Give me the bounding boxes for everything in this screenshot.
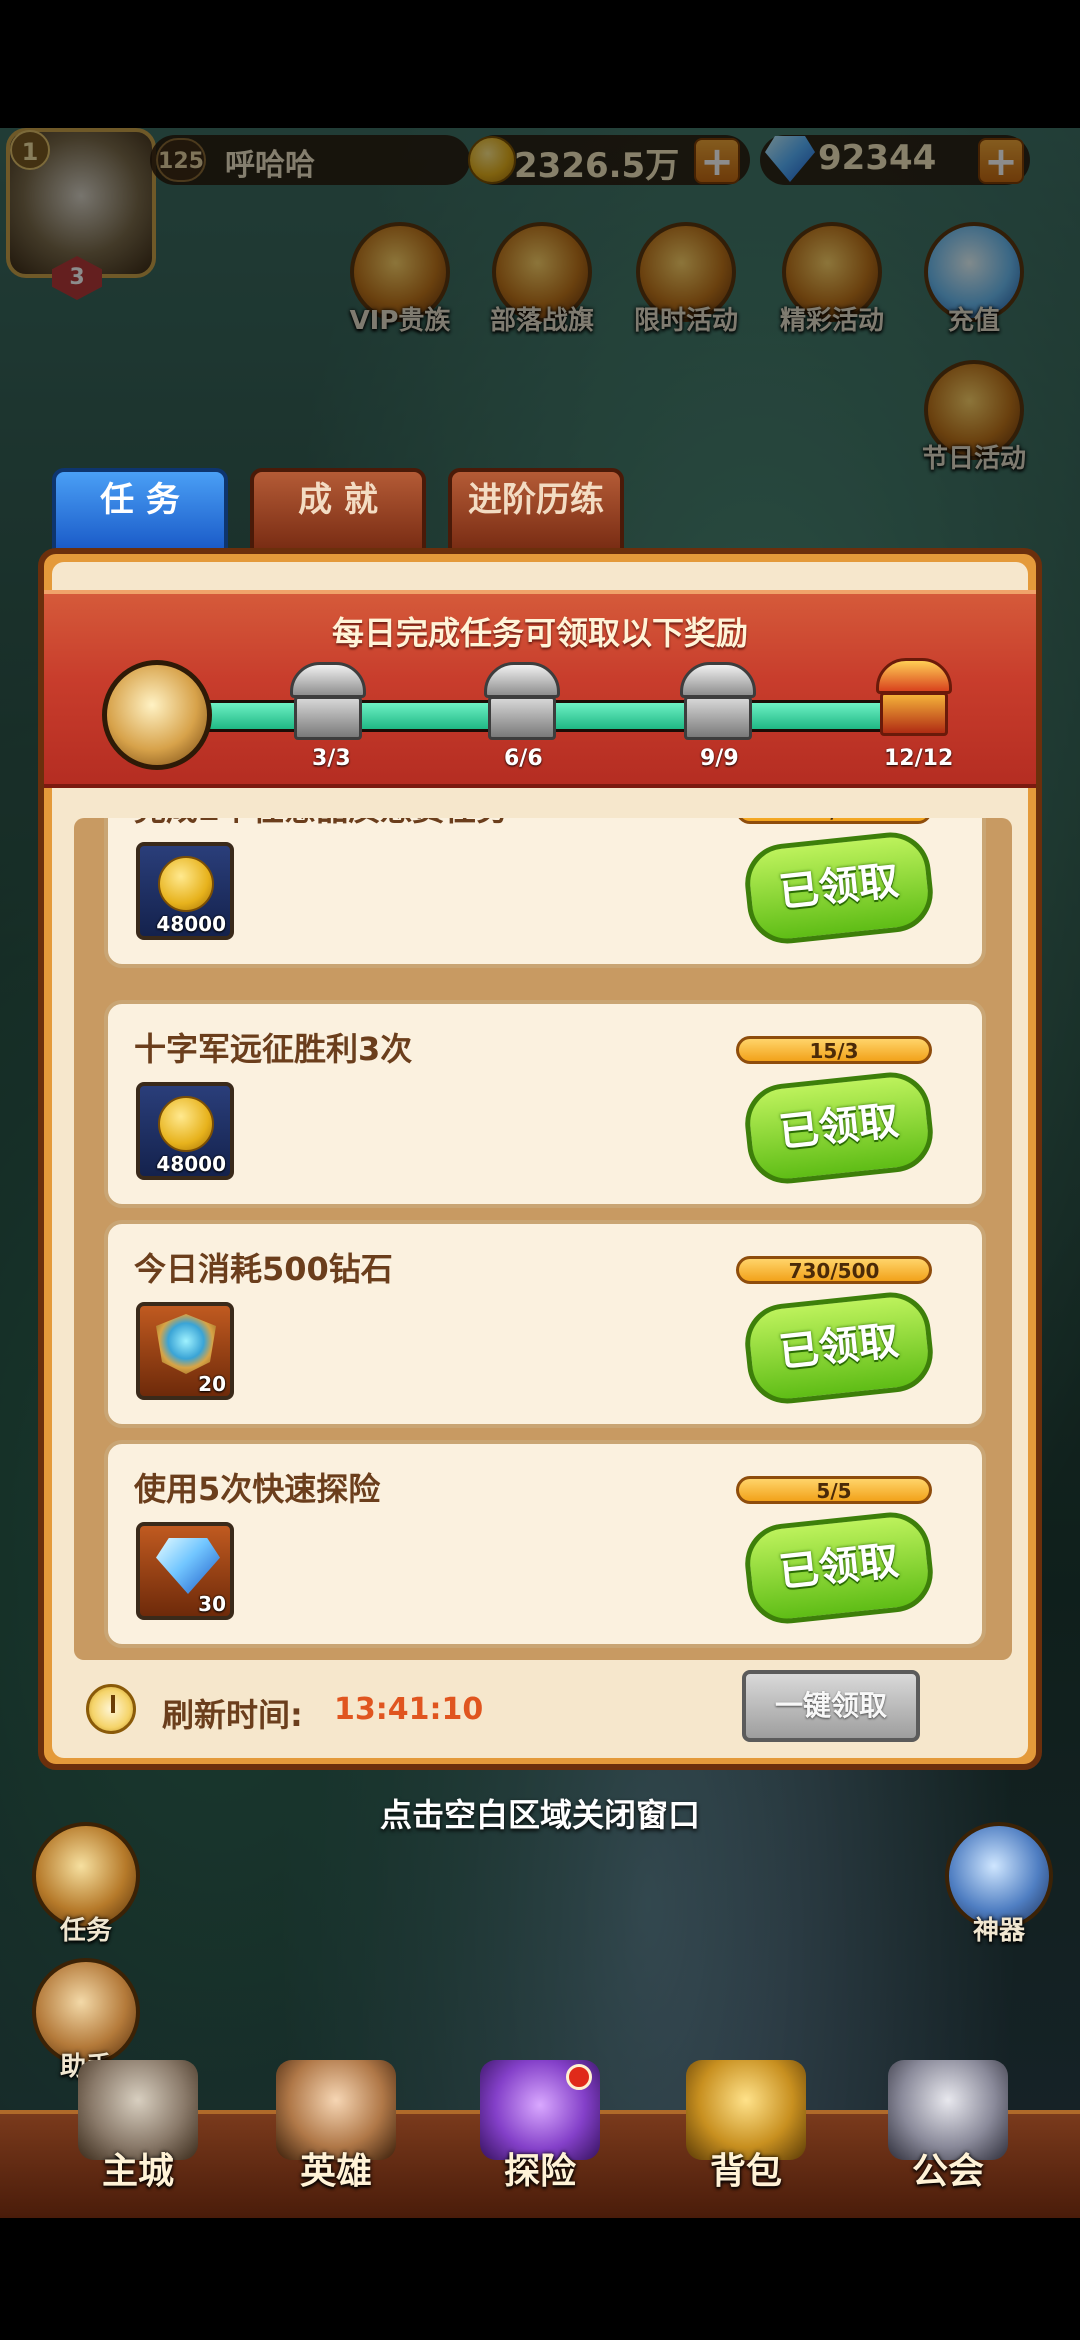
claimed-button[interactable]: 已领取 [741, 1508, 937, 1628]
tab-advanced-training[interactable]: 进阶历练 [448, 468, 624, 552]
reward-item[interactable]: 30 [136, 1522, 234, 1620]
task-scroll-icon [102, 660, 212, 770]
chest-count-2: 6/6 [504, 746, 543, 771]
side-artifact-button[interactable]: 神器 [934, 1822, 1064, 1947]
refresh-time: 13:41:10 [334, 1692, 484, 1727]
reward-item[interactable]: 48000 [136, 842, 234, 940]
refresh-label: 刷新时间: [162, 1696, 303, 1734]
reward-chest-2[interactable] [484, 662, 560, 742]
reward-chest-3[interactable] [680, 662, 756, 742]
emblem-icon [156, 1314, 216, 1374]
reward-chest-1[interactable] [290, 662, 366, 742]
reward-chest-4[interactable] [876, 658, 952, 738]
nav-heroes[interactable]: 英雄 [246, 2060, 426, 2194]
side-task-button[interactable]: 任务 [26, 1822, 146, 1947]
one-click-claim-button[interactable]: 一键领取 [742, 1670, 920, 1742]
gold-coin-icon [158, 1096, 214, 1152]
game-screen: 1 3 125 呼哈哈 2326.5万 + 92344 + VIP贵族 部落战旗… [0, 0, 1080, 2340]
tab-achievements[interactable]: 成 就 [250, 468, 426, 552]
task-card-3: 今日消耗500钻石 730/500 20 已领取 [104, 1220, 986, 1428]
task-card-2: 十字军远征胜利3次 15/3 48000 已领取 [104, 1000, 986, 1208]
task-card-4: 使用5次快速探险 5/5 30 已领取 [104, 1440, 986, 1648]
nav-adventure[interactable]: 探险 [450, 2060, 630, 2194]
adventure-notification-dot [566, 2064, 592, 2090]
chest-count-4: 12/12 [884, 746, 954, 771]
tab-tasks[interactable]: 任 务 [52, 468, 228, 552]
task-progress: 15/3 [736, 1036, 932, 1064]
diamond-icon [156, 1538, 220, 1594]
claimed-button[interactable]: 已领取 [741, 1288, 937, 1408]
task-progress: 5/5 [736, 1476, 932, 1504]
close-hint[interactable]: 点击空白区域关闭窗口 [0, 1790, 1080, 1836]
gold-coin-icon [158, 856, 214, 912]
nav-backpack[interactable]: 背包 [656, 2060, 836, 2194]
reward-item[interactable]: 20 [136, 1302, 234, 1400]
reward-item[interactable]: 48000 [136, 1082, 234, 1180]
claimed-button[interactable]: 已领取 [741, 828, 937, 948]
nav-main-city[interactable]: 主城 [48, 2060, 228, 2194]
chest-count-1: 3/3 [312, 746, 351, 771]
daily-reward-title: 每日完成任务可领取以下奖励 [331, 614, 748, 652]
chest-count-3: 9/9 [700, 746, 739, 771]
task-title: 使用5次快速探险 [134, 1470, 381, 1508]
task-progress: 730/500 [736, 1256, 932, 1284]
task-title: 十字军远征胜利3次 [134, 1030, 413, 1068]
claimed-button[interactable]: 已领取 [741, 1068, 937, 1188]
task-title: 今日消耗500钻石 [134, 1250, 393, 1288]
nav-guild[interactable]: 公会 [858, 2060, 1038, 2194]
clock-icon [86, 1684, 136, 1734]
